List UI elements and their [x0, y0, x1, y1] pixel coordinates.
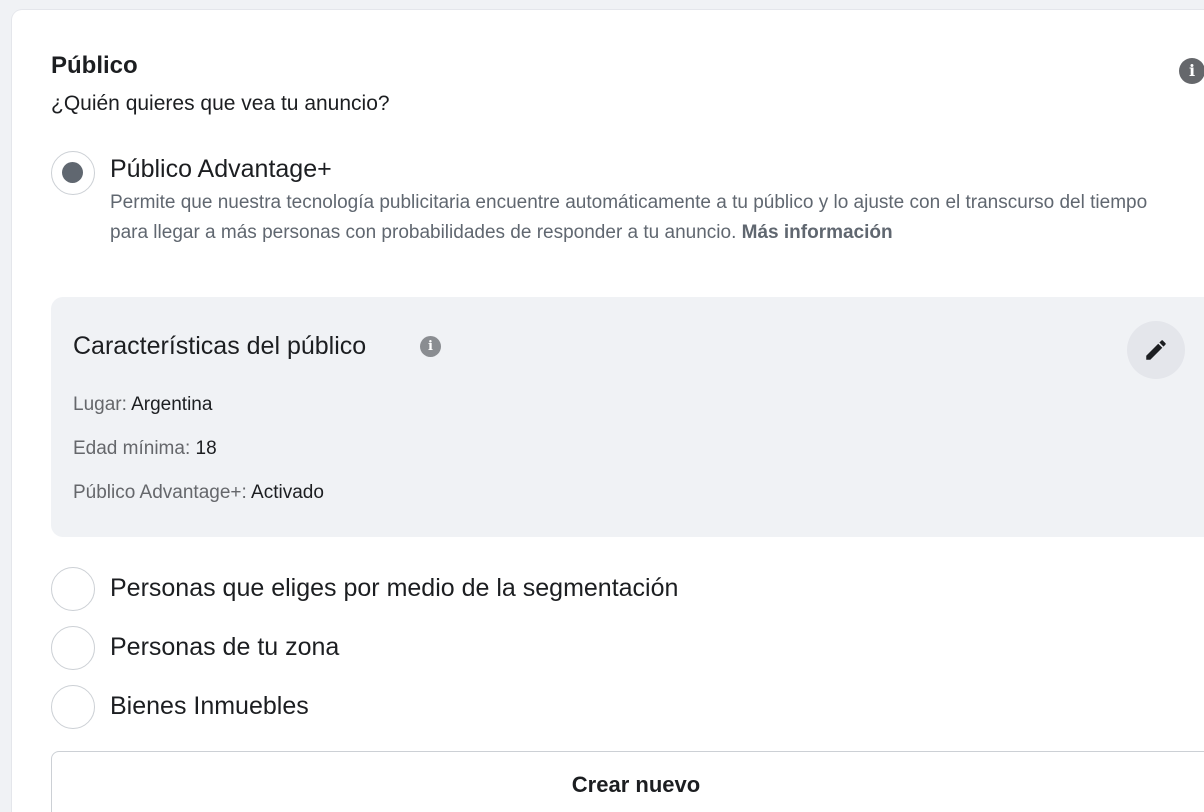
attribute-value: Activado: [251, 482, 324, 503]
attribute-value: 18: [195, 438, 217, 459]
attribute-label: Público Advantage+:: [73, 482, 247, 503]
info-icon[interactable]: i: [420, 336, 441, 357]
option-label-real-estate[interactable]: Bienes Inmuebles: [110, 692, 309, 721]
option-description-advantage: Permite que nuestra tecnología publicita…: [110, 188, 1150, 248]
attribute-advantage: Público Advantage+: Activado: [73, 482, 324, 504]
section-title: Público: [51, 52, 138, 79]
audience-characteristics-title: Características del público: [73, 332, 367, 360]
attribute-label: Lugar:: [73, 394, 127, 415]
edit-audience-button[interactable]: [1127, 321, 1185, 379]
option-label-local[interactable]: Personas de tu zona: [110, 633, 339, 662]
radio-targeting[interactable]: [51, 567, 95, 611]
radio-local-people[interactable]: [51, 626, 95, 670]
option-description-text: Permite que nuestra tecnología publicita…: [110, 192, 1148, 243]
radio-advantage-audience[interactable]: [51, 151, 95, 195]
option-label-targeting[interactable]: Personas que eliges por medio de la segm…: [110, 574, 678, 603]
page: Público ¿Quién quieres que vea tu anunci…: [0, 0, 1204, 812]
info-icon[interactable]: i: [1179, 58, 1204, 84]
left-rail: [0, 0, 10, 812]
radio-real-estate[interactable]: [51, 685, 95, 729]
attribute-location: Lugar: Argentina: [73, 394, 212, 416]
option-label-advantage[interactable]: Público Advantage+: [110, 155, 332, 184]
section-subtitle: ¿Quién quieres que vea tu anuncio?: [51, 92, 390, 115]
attribute-label: Edad mínima:: [73, 438, 191, 459]
pencil-icon: [1146, 340, 1166, 360]
attribute-value: Argentina: [131, 394, 213, 415]
attribute-min-age: Edad mínima: 18: [73, 438, 217, 460]
create-new-button[interactable]: Crear nuevo: [51, 751, 1204, 812]
more-info-link[interactable]: Más información: [742, 222, 893, 243]
